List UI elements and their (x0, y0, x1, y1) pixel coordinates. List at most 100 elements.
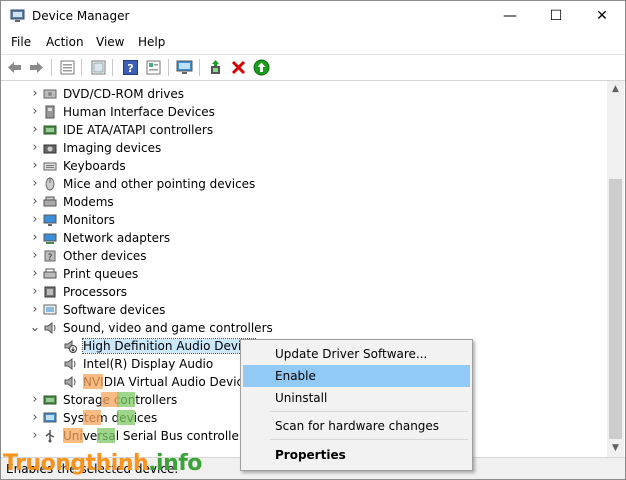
back-icon[interactable] (6, 59, 23, 76)
watermark-logo: Truongthinh.info (3, 451, 202, 476)
close-icon: ✕ (596, 8, 608, 24)
collapse-chevron-icon[interactable]: ⌄ (29, 319, 41, 337)
expand-chevron-icon[interactable]: › (29, 301, 41, 319)
software-device-icon (43, 304, 57, 315)
usb-icon (45, 430, 55, 443)
device-manager-window: Device Manager — ☐ ✕ File Action View He… (0, 0, 626, 480)
tree-item-label: Mice and other pointing devices (63, 177, 256, 191)
expand-chevron-icon[interactable]: › (29, 193, 41, 211)
menu-separator (270, 411, 468, 412)
minimize-icon: — (503, 8, 517, 24)
expand-chevron-icon[interactable]: › (29, 139, 41, 157)
tree-item-label: NVIDIA Virtual Audio Device ( (83, 375, 260, 389)
expand-chevron-icon[interactable]: › (29, 247, 41, 265)
storage-icon (43, 395, 57, 405)
toolbar-separator (112, 59, 113, 76)
watermark-highlight (117, 410, 135, 425)
other-devices-icon: ? (44, 250, 56, 263)
close-button[interactable]: ✕ (579, 1, 625, 31)
expand-chevron-icon[interactable]: › (29, 157, 41, 175)
expand-chevron-icon[interactable]: › (29, 409, 41, 427)
vertical-scrollbar[interactable]: ▲ ▼ (607, 81, 624, 457)
menu-file[interactable]: File (11, 35, 31, 49)
ide-controller-icon (43, 125, 57, 135)
watermark-highlight (83, 374, 103, 389)
expand-chevron-icon[interactable]: › (29, 229, 41, 247)
expand-chevron-icon[interactable]: › (29, 175, 41, 193)
minimize-button[interactable]: — (487, 1, 533, 31)
speaker-disabled-icon (64, 340, 77, 353)
expand-chevron-icon[interactable]: › (29, 121, 41, 139)
menu-properties[interactable]: Properties (243, 444, 470, 466)
watermark-highlight (83, 410, 101, 425)
forward-icon[interactable] (28, 59, 45, 76)
expand-chevron-icon[interactable]: › (29, 265, 41, 283)
tree-item-label: Network adapters (63, 231, 171, 245)
tree-item-label: Human Interface Devices (63, 105, 215, 119)
view-icon[interactable] (90, 59, 107, 76)
camera-icon (43, 144, 57, 154)
maximize-icon: ☐ (549, 8, 563, 24)
modem-icon (43, 196, 57, 207)
scrollbar-thumb[interactable] (609, 179, 622, 439)
expand-chevron-icon[interactable]: › (29, 283, 41, 301)
dvd-drive-icon (43, 89, 57, 99)
tree-item-label: Universal Serial Bus controllers (63, 429, 251, 443)
tree-item-label: High Definition Audio Device (81, 338, 257, 354)
hid-icon (45, 105, 55, 119)
menu-enable[interactable]: Enable (243, 365, 470, 387)
uninstall-icon[interactable] (230, 59, 247, 76)
menu-scan-hardware[interactable]: Scan for hardware changes (243, 415, 470, 437)
device-manager-app-icon (10, 9, 25, 22)
expand-chevron-icon[interactable]: › (29, 103, 41, 121)
menu-help[interactable]: Help (138, 35, 165, 49)
menu-update-driver[interactable]: Update Driver Software... (243, 343, 470, 365)
menu-bar: File Action View Help (1, 31, 625, 54)
menu-action[interactable]: Action (46, 35, 84, 49)
update-driver-icon[interactable] (207, 59, 224, 76)
printer-icon (43, 268, 57, 279)
menu-view[interactable]: View (96, 35, 124, 49)
monitor-icon (43, 214, 57, 226)
expand-chevron-icon[interactable]: › (29, 85, 41, 103)
toolbar: ? (1, 54, 625, 81)
expand-chevron-icon[interactable]: › (29, 211, 41, 229)
details-icon[interactable] (145, 59, 162, 76)
keyboard-icon (43, 162, 57, 171)
enable-icon[interactable] (253, 59, 270, 76)
speaker-icon (44, 322, 56, 334)
maximize-button[interactable]: ☐ (533, 1, 579, 31)
system-icon (43, 412, 57, 423)
mouse-icon (45, 177, 55, 191)
expand-chevron-icon[interactable]: › (29, 391, 41, 409)
speaker-icon (64, 358, 76, 370)
scroll-up-arrow-icon[interactable]: ▲ (607, 81, 624, 98)
toolbar-separator (199, 59, 200, 76)
tree-item-label: Imaging devices (63, 141, 162, 155)
menu-uninstall[interactable]: Uninstall (243, 387, 470, 409)
svg-text:?: ? (127, 62, 133, 75)
scan-monitor-icon[interactable] (176, 59, 193, 76)
toolbar-separator (81, 59, 82, 76)
properties-icon[interactable] (59, 59, 76, 76)
toolbar-separator (51, 59, 52, 76)
tree-item-label: Keyboards (63, 159, 126, 173)
network-icon (43, 233, 57, 244)
context-menu: Update Driver Software... Enable Uninsta… (240, 339, 473, 471)
tree-item-label: Modems (63, 195, 114, 209)
tree-item-label: System devices (63, 411, 158, 425)
toolbar-separator (168, 59, 169, 76)
tree-item-label: Processors (63, 285, 128, 299)
menu-separator (270, 439, 468, 440)
tree-item-label: Intel(R) Display Audio (83, 357, 214, 371)
title-bar: Device Manager — ☐ ✕ (1, 1, 625, 31)
help-icon[interactable]: ? (122, 59, 139, 76)
watermark-highlight (117, 392, 135, 407)
processor-icon (44, 286, 56, 298)
tree-item-label: Print queues (63, 267, 139, 281)
expand-chevron-icon[interactable]: › (29, 427, 41, 445)
watermark-highlight (63, 428, 83, 443)
scroll-down-arrow-icon[interactable]: ▼ (607, 440, 624, 457)
tree-item-label: Monitors (63, 213, 115, 227)
tree-item-label: Other devices (63, 249, 147, 263)
